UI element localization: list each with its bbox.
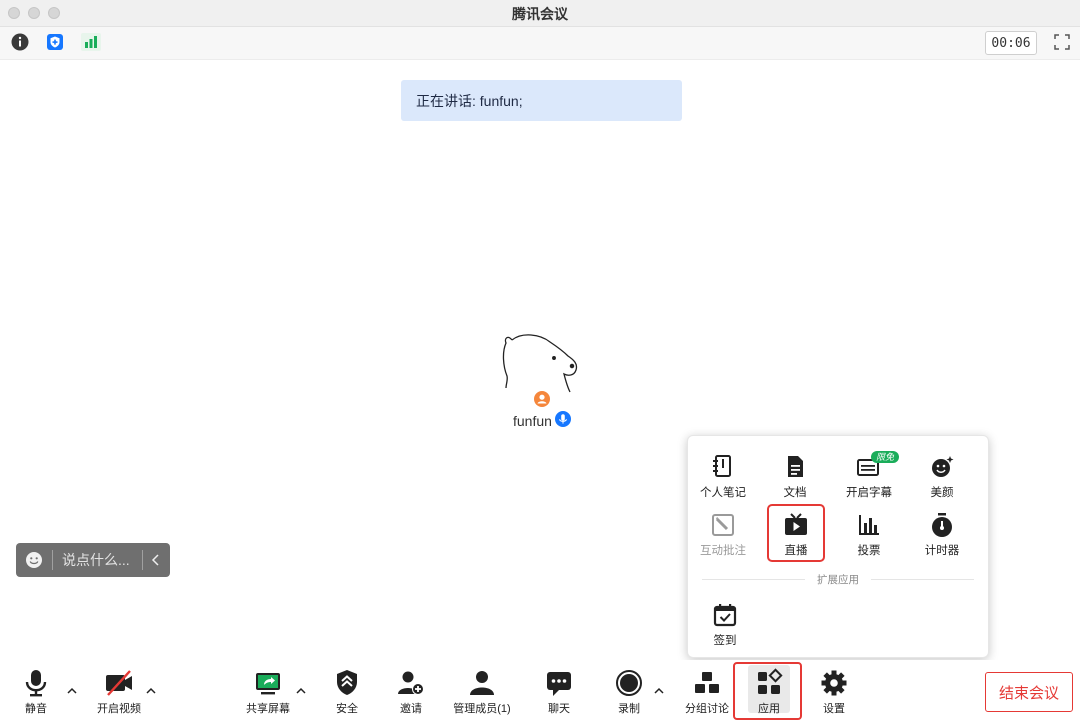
mute-button[interactable]: 静音 bbox=[17, 668, 55, 716]
breakout-rooms-button[interactable]: 分组讨论 bbox=[680, 668, 734, 716]
shield-icon bbox=[337, 670, 357, 695]
free-badge: 限免 bbox=[871, 451, 900, 463]
app-label: 开启字幕 bbox=[846, 487, 892, 499]
security-label: 安全 bbox=[336, 703, 358, 715]
participant-name: funfun bbox=[513, 412, 552, 429]
quick-chat-box[interactable]: 说点什么... bbox=[16, 543, 170, 577]
settings-button[interactable]: 设置 bbox=[817, 668, 851, 716]
video-options-chevron-icon[interactable] bbox=[146, 686, 156, 696]
mute-label: 静音 bbox=[25, 703, 47, 715]
app-vote[interactable]: 投票 bbox=[834, 512, 904, 558]
app-captions[interactable]: 限免 开启字幕 bbox=[834, 451, 904, 500]
record-icon bbox=[616, 670, 642, 696]
start-video-button[interactable]: 开启视频 bbox=[92, 668, 146, 716]
app-beauty[interactable]: 美颜 bbox=[907, 454, 977, 500]
meeting-toolbar: 静音 开启视频 共享屏幕 安全 邀请 管理成员(1) 聊天 录制 分组讨论 应用 bbox=[0, 660, 1080, 720]
vote-icon bbox=[859, 515, 879, 535]
meeting-info-icon[interactable] bbox=[10, 32, 30, 52]
meeting-timer: 00:06 bbox=[985, 31, 1037, 55]
invite-button[interactable]: 邀请 bbox=[394, 668, 428, 716]
members-icon bbox=[470, 671, 494, 695]
members-label: 管理成员(1) bbox=[453, 703, 511, 715]
participant-avatar bbox=[498, 330, 584, 400]
window-title: 腾讯会议 bbox=[512, 6, 568, 22]
app-label: 直播 bbox=[784, 545, 808, 557]
security-shield-icon[interactable] bbox=[45, 32, 65, 52]
share-options-chevron-icon[interactable] bbox=[296, 686, 306, 696]
audio-options-chevron-icon[interactable] bbox=[67, 686, 77, 696]
apps-button-highlight bbox=[733, 662, 802, 720]
manage-members-button[interactable]: 管理成员(1) bbox=[450, 668, 514, 716]
chat-input[interactable]: 说点什么... bbox=[62, 550, 130, 570]
title-bar: 腾讯会议 bbox=[0, 0, 1080, 27]
share-screen-button[interactable]: 共享屏幕 bbox=[242, 668, 294, 716]
collapse-chevron-icon[interactable] bbox=[151, 554, 161, 566]
microphone-active-icon bbox=[554, 411, 571, 430]
microphone-icon bbox=[25, 670, 47, 697]
settings-label: 设置 bbox=[823, 703, 845, 715]
app-timer[interactable]: 计时器 bbox=[907, 512, 977, 558]
emoji-icon[interactable] bbox=[25, 551, 43, 569]
chat-bubble-icon bbox=[547, 672, 571, 696]
app-live-stream[interactable]: 直播 bbox=[767, 504, 825, 562]
chat-separator bbox=[141, 550, 143, 570]
chat-label: 聊天 bbox=[548, 703, 570, 715]
video-off-icon bbox=[106, 670, 132, 696]
app-document[interactable]: 文档 bbox=[760, 454, 830, 500]
app-annotation: 互动批注 bbox=[688, 512, 758, 558]
end-meeting-button[interactable]: 结束会议 bbox=[985, 672, 1073, 712]
app-label: 个人笔记 bbox=[700, 487, 746, 499]
active-speaker-banner: 正在讲话: funfun; bbox=[401, 80, 682, 121]
meeting-info-bar: 00:06 bbox=[0, 27, 1080, 60]
checkin-icon bbox=[713, 604, 737, 627]
record-label: 录制 bbox=[618, 703, 640, 715]
security-button[interactable]: 安全 bbox=[330, 668, 364, 716]
share-screen-icon bbox=[256, 673, 280, 695]
breakout-label: 分组讨论 bbox=[685, 703, 729, 715]
beauty-icon bbox=[932, 456, 954, 477]
chat-button[interactable]: 聊天 bbox=[542, 668, 576, 716]
app-label: 签到 bbox=[713, 635, 737, 647]
invite-label: 邀请 bbox=[400, 703, 422, 715]
live-stream-icon bbox=[785, 513, 807, 535]
app-label: 美颜 bbox=[930, 487, 954, 499]
app-personal-notes[interactable]: 个人笔记 bbox=[688, 454, 758, 500]
app-label: 计时器 bbox=[924, 545, 960, 557]
record-options-chevron-icon[interactable] bbox=[654, 686, 664, 696]
annotation-icon bbox=[712, 514, 734, 536]
chat-separator bbox=[52, 550, 53, 570]
video-label: 开启视频 bbox=[97, 703, 141, 715]
share-label: 共享屏幕 bbox=[246, 703, 290, 715]
record-button[interactable]: 录制 bbox=[612, 668, 646, 716]
apps-popup: 个人笔记 文档 限免 开启字幕 美颜 互动批注 直播 投票 计时器 扩展应用 签… bbox=[687, 435, 989, 658]
notebook-icon bbox=[713, 455, 731, 477]
participant-host-icon bbox=[534, 391, 550, 407]
document-icon bbox=[788, 456, 803, 477]
app-label: 投票 bbox=[857, 545, 881, 557]
breakout-icon bbox=[695, 672, 719, 693]
gear-icon bbox=[821, 670, 847, 696]
fullscreen-icon[interactable] bbox=[1052, 32, 1072, 52]
add-user-icon bbox=[398, 671, 424, 695]
extensions-section-label: 扩展应用 bbox=[805, 572, 871, 587]
app-check-in[interactable]: 签到 bbox=[690, 602, 760, 648]
app-label: 文档 bbox=[783, 487, 807, 499]
app-label: 互动批注 bbox=[700, 545, 746, 557]
stopwatch-icon bbox=[932, 513, 952, 537]
participant-name-tag: funfun bbox=[513, 411, 571, 430]
network-signal-icon[interactable] bbox=[81, 32, 101, 52]
